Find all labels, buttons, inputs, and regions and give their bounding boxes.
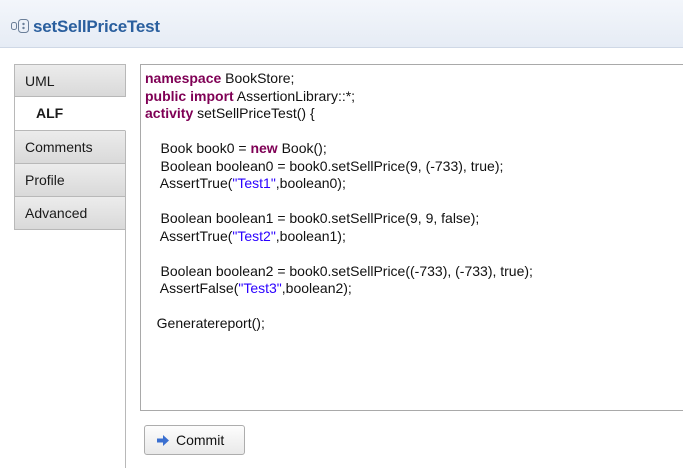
code-line: public import AssertionLibrary::*; [145, 88, 533, 106]
code-line: Boolean boolean1 = book0.setSellPrice(9,… [145, 210, 533, 228]
arrow-right-icon [157, 435, 169, 446]
code-token: ,boolean0); [275, 175, 346, 191]
tab-profile[interactable]: Profile [14, 164, 126, 197]
code-token: Boolean boolean2 = book0.setSellPrice((-… [145, 262, 533, 279]
code-line: activity setSellPriceTest() { [145, 105, 533, 123]
code-line: AssertTrue("Test2",boolean1); [145, 228, 533, 246]
tab-comments[interactable]: Comments [14, 131, 126, 164]
code-line: Boolean boolean0 = book0.setSellPrice(9,… [145, 158, 533, 176]
code-keyword: import [190, 87, 234, 104]
code-line: AssertFalse("Test3",boolean2); [145, 280, 533, 298]
code-line: AssertTrue("Test1",boolean0); [145, 175, 533, 193]
editor-header: setSellPriceTest [0, 0, 683, 48]
code-token: Generatereport(); [145, 315, 265, 331]
code-token: Boolean boolean1 = book0.setSellPrice(9,… [145, 210, 480, 226]
tab-alf[interactable]: ALF [14, 97, 126, 131]
code-string: "Test3" [238, 280, 282, 296]
code-token: BookStore; [221, 70, 295, 86]
code-token: Boolean boolean0 = book0.setSellPrice(9,… [145, 157, 504, 174]
code-token: ,boolean2); [281, 280, 352, 296]
code-token: setSellPriceTest() { [193, 105, 315, 121]
page-title: setSellPriceTest [33, 17, 160, 36]
code-token: AssertTrue( [145, 227, 233, 244]
code-token: AssertTrue( [145, 175, 233, 191]
tab-advanced[interactable]: Advanced [14, 197, 126, 230]
editor-tabs: UML ALF Comments Profile Advanced [14, 64, 126, 468]
code-string: "Test2" [232, 227, 276, 244]
code-keyword: public [145, 87, 187, 104]
code-string: "Test1" [232, 175, 276, 191]
code-keyword: namespace [145, 70, 222, 86]
activity-icon [11, 19, 29, 33]
code-token: Book book0 = [145, 140, 251, 156]
code-line: Generatereport(); [145, 315, 533, 333]
code-token: AssertFalse( [145, 280, 239, 296]
code-keyword: new [250, 140, 278, 156]
code-token: Book(); [277, 140, 327, 156]
tab-uml[interactable]: UML [14, 64, 126, 97]
code-token: AssertionLibrary::*; [233, 87, 356, 104]
code-token: ,boolean1); [275, 227, 346, 244]
commit-button[interactable]: Commit [144, 425, 245, 455]
code-line: Boolean boolean2 = book0.setSellPrice((-… [145, 263, 533, 281]
code-line: namespace BookStore; [145, 70, 533, 88]
code-text[interactable]: namespace BookStore; public import Assert… [145, 70, 533, 333]
code-line: Book book0 = new Book(); [145, 140, 533, 158]
alf-code-editor[interactable]: namespace BookStore; public import Assert… [140, 64, 683, 411]
commit-label: Commit [176, 432, 225, 448]
code-keyword: activity [145, 105, 194, 121]
